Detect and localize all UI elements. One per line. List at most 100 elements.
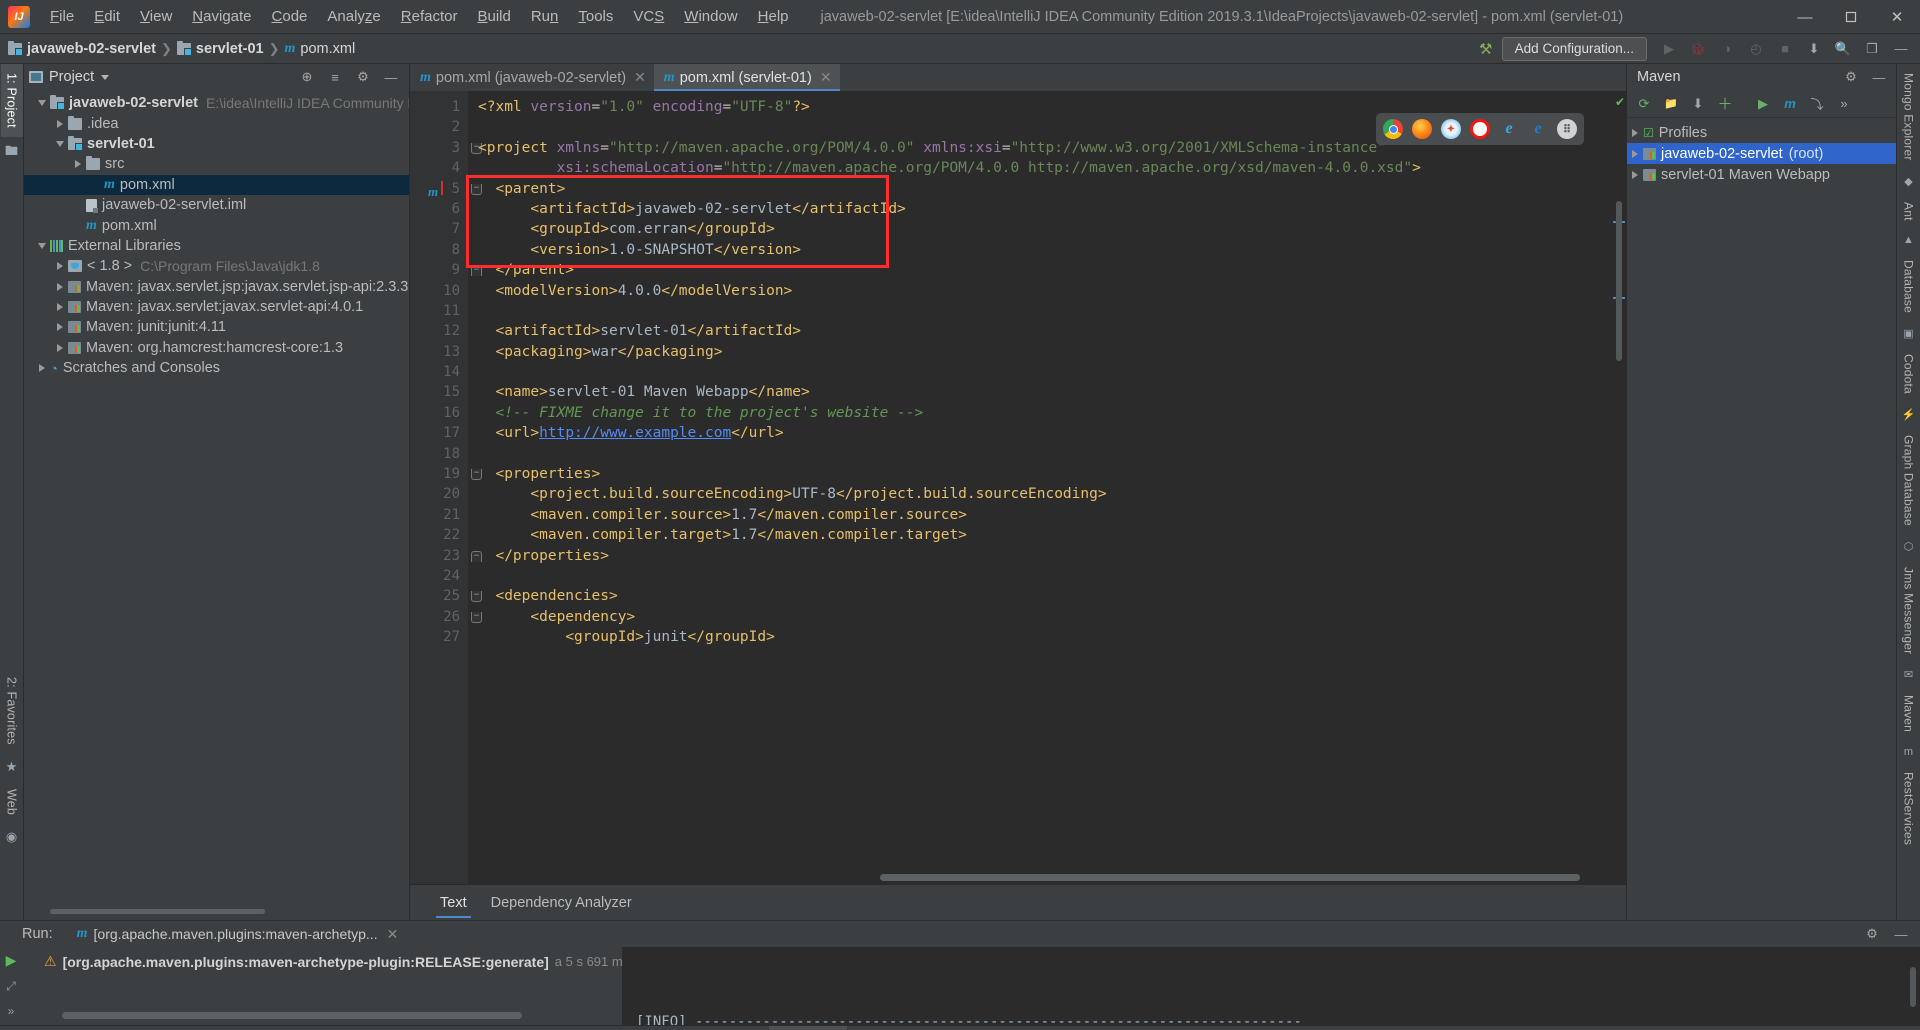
reimport-icon[interactable]: ⟳: [1631, 92, 1657, 116]
tree-expand-arrow[interactable]: [52, 119, 68, 128]
editor-bottom-tab-text[interactable]: Text: [428, 888, 479, 918]
gutter-line-26[interactable]: 26−: [410, 607, 482, 627]
close-icon[interactable]: ✕: [634, 69, 646, 86]
breadcrumb-item-pom-xml[interactable]: m pom.xml: [285, 41, 356, 57]
safari-icon[interactable]: ✦: [1441, 119, 1461, 139]
bottom-tab-java-enterprise[interactable]: ▤Java Enterprise: [634, 1026, 770, 1030]
gutter-line-7[interactable]: 7: [410, 219, 468, 239]
editor-hscrollbar[interactable]: [880, 874, 1580, 881]
layout-icon[interactable]: ❐: [1859, 37, 1885, 61]
menu-window[interactable]: Window: [674, 4, 747, 29]
menu-help[interactable]: Help: [748, 4, 799, 29]
updates-icon[interactable]: ⬇: [1801, 37, 1827, 61]
run-tree-hscrollbar[interactable]: [62, 1012, 522, 1019]
run-result-row[interactable]: ⚠ [org.apache.maven.plugins:maven-archet…: [22, 951, 629, 970]
gear-icon[interactable]: ⚙: [350, 65, 376, 89]
tree-node-src[interactable]: src: [24, 154, 409, 174]
hide-panel-icon[interactable]: —: [1888, 922, 1914, 946]
gutter-line-17[interactable]: 17: [410, 423, 468, 443]
right-tab-graph-database[interactable]: Graph Database: [1898, 426, 1920, 535]
add-configuration-button[interactable]: Add Configuration...: [1501, 36, 1647, 61]
build-hammer-icon[interactable]: ⚒: [1473, 37, 1499, 61]
menu-analyze[interactable]: Analyze: [317, 4, 390, 29]
gutter-line-25[interactable]: 25−: [410, 586, 482, 606]
tree-expand-arrow[interactable]: [1627, 170, 1643, 179]
open-in-browser-popup[interactable]: ✦ e e ⠿: [1376, 113, 1584, 145]
menu-tools[interactable]: Tools: [568, 4, 623, 29]
run-results-tree[interactable]: ⚠ [org.apache.maven.plugins:maven-archet…: [22, 947, 629, 1025]
breadcrumb-item-javaweb-02-servlet[interactable]: javaweb-02-servlet: [8, 40, 156, 57]
add-maven-project-icon[interactable]: ＋: [1712, 92, 1738, 116]
maximize-button[interactable]: [1828, 0, 1874, 34]
edge-icon[interactable]: e: [1528, 119, 1548, 139]
tree-node-external-libraries[interactable]: External Libraries: [24, 236, 409, 256]
project-tree[interactable]: javaweb-02-servlet E:\idea\IntelliJ IDEA …: [24, 90, 409, 907]
tree-expand-arrow[interactable]: [52, 262, 68, 271]
minimize-button[interactable]: —: [1782, 0, 1828, 34]
tree-node-maven-javax-servlet-jsp-javax-servlet-jsp-api-2-3-3[interactable]: Maven: javax.servlet.jsp:javax.servlet.j…: [24, 277, 409, 297]
editor-bottom-tab-dependency-analyzer[interactable]: Dependency Analyzer: [479, 888, 644, 918]
tree-expand-arrow[interactable]: [34, 364, 50, 373]
generate-sources-icon[interactable]: 📁: [1658, 92, 1684, 116]
menu-refactor[interactable]: Refactor: [391, 4, 468, 29]
chrome-icon[interactable]: [1383, 119, 1403, 139]
tree-node--1-8-[interactable]: < 1.8 > C:\Program Files\Java\jdk1.8: [24, 256, 409, 276]
tree-expand-arrow[interactable]: [52, 282, 68, 291]
gutter-line-20[interactable]: 20: [410, 484, 468, 504]
right-tab-ant[interactable]: Ant: [1898, 193, 1920, 230]
right-tab-mongo-explorer[interactable]: Mongo Explorer: [1898, 64, 1920, 170]
menu-run[interactable]: Run: [521, 4, 569, 29]
sidebar-tab-project[interactable]: 1: Project: [0, 64, 23, 137]
web-globe-icon[interactable]: ◉: [6, 829, 17, 845]
toggle-skip-tests-icon[interactable]: ⤵: [1804, 92, 1830, 116]
search-everywhere-icon[interactable]: 🔍: [1830, 37, 1856, 61]
tree-expand-arrow[interactable]: [52, 303, 68, 312]
execute-maven-goal-icon[interactable]: m: [1777, 92, 1803, 116]
run-icon[interactable]: ▶: [1656, 37, 1682, 61]
gutter-line-13[interactable]: 13: [410, 342, 468, 362]
run-configuration-tab[interactable]: m [org.apache.maven.plugins:maven-archet…: [71, 923, 405, 946]
menu-vcs[interactable]: VCS: [623, 4, 674, 29]
gear-icon[interactable]: ⚙: [1859, 922, 1885, 946]
tree-expand-arrow[interactable]: [1627, 149, 1643, 158]
gutter-line-1[interactable]: 1: [410, 97, 468, 117]
firefox-icon[interactable]: [1412, 119, 1432, 139]
coverage-icon[interactable]: ◑: [1714, 37, 1740, 61]
editor-vscrollbar[interactable]: [1616, 201, 1622, 361]
gutter-line-22[interactable]: 22: [410, 525, 468, 545]
maven-projects-tree[interactable]: ☑ Profiles javaweb-02-servlet (root) servlet…: [1627, 118, 1896, 920]
tree-expand-arrow[interactable]: [34, 242, 50, 249]
gutter-line-15[interactable]: 15: [410, 382, 468, 402]
more-options-icon[interactable]: »: [1831, 92, 1857, 116]
editor-tab-pom-xml-servlet-01-[interactable]: m pom.xml (servlet-01) ✕: [653, 64, 840, 91]
tree-node-scratches-and-consoles[interactable]: ◔ Scratches and Consoles: [24, 358, 409, 378]
menu-navigate[interactable]: Navigate: [182, 4, 261, 29]
stop-icon[interactable]: ■: [1772, 37, 1798, 61]
menu-code[interactable]: Code: [262, 4, 318, 29]
right-tab-restservices[interactable]: RestServices: [1898, 763, 1920, 854]
gutter-line-19[interactable]: 19−: [410, 464, 482, 484]
close-button[interactable]: ✕: [1874, 0, 1920, 34]
opera-icon[interactable]: [1470, 119, 1490, 139]
run-maven-build-icon[interactable]: ▶: [1750, 92, 1776, 116]
gutter-line-14[interactable]: 14: [410, 362, 468, 382]
gutter-line-8[interactable]: 8: [410, 240, 468, 260]
editor-tab-pom-xml-javaweb-02-servlet-[interactable]: m pom.xml (javaweb-02-servlet) ✕: [410, 64, 654, 91]
close-icon[interactable]: ✕: [387, 926, 399, 943]
gutter-line-12[interactable]: 12: [410, 321, 468, 341]
sidebar-tab-favorites[interactable]: 2: Favorites: [1, 668, 23, 754]
tree-node-maven-javax-servlet-javax-servlet-api-4-0-1[interactable]: Maven: javax.servlet:javax.servlet-api:4…: [24, 297, 409, 317]
collapse-all-icon[interactable]: ≡: [322, 65, 348, 89]
tree-node-maven-org-hamcrest-hamcrest-core-1-3[interactable]: Maven: org.hamcrest:hamcrest-core:1.3: [24, 338, 409, 358]
star-icon[interactable]: ★: [6, 759, 18, 775]
bottom-tab-build[interactable]: ⚒Build: [565, 1026, 634, 1030]
gutter-line-23[interactable]: 23−: [410, 546, 482, 566]
gutter-line-4[interactable]: 4: [410, 158, 468, 178]
tree-expand-arrow[interactable]: [52, 323, 68, 332]
gear-icon[interactable]: ⚙: [1838, 65, 1864, 89]
gutter-line-16[interactable]: 16: [410, 403, 468, 423]
bottom-tab-consolemavenplugin[interactable]: ConsoleMavenPlugin: [24, 1026, 178, 1030]
bottom-tab-jms-browser[interactable]: Jms Browser: [462, 1026, 565, 1030]
tree-node--idea[interactable]: .idea: [24, 113, 409, 133]
run-console-output[interactable]: [INFO] ---------------------------------…: [622, 947, 1920, 1025]
